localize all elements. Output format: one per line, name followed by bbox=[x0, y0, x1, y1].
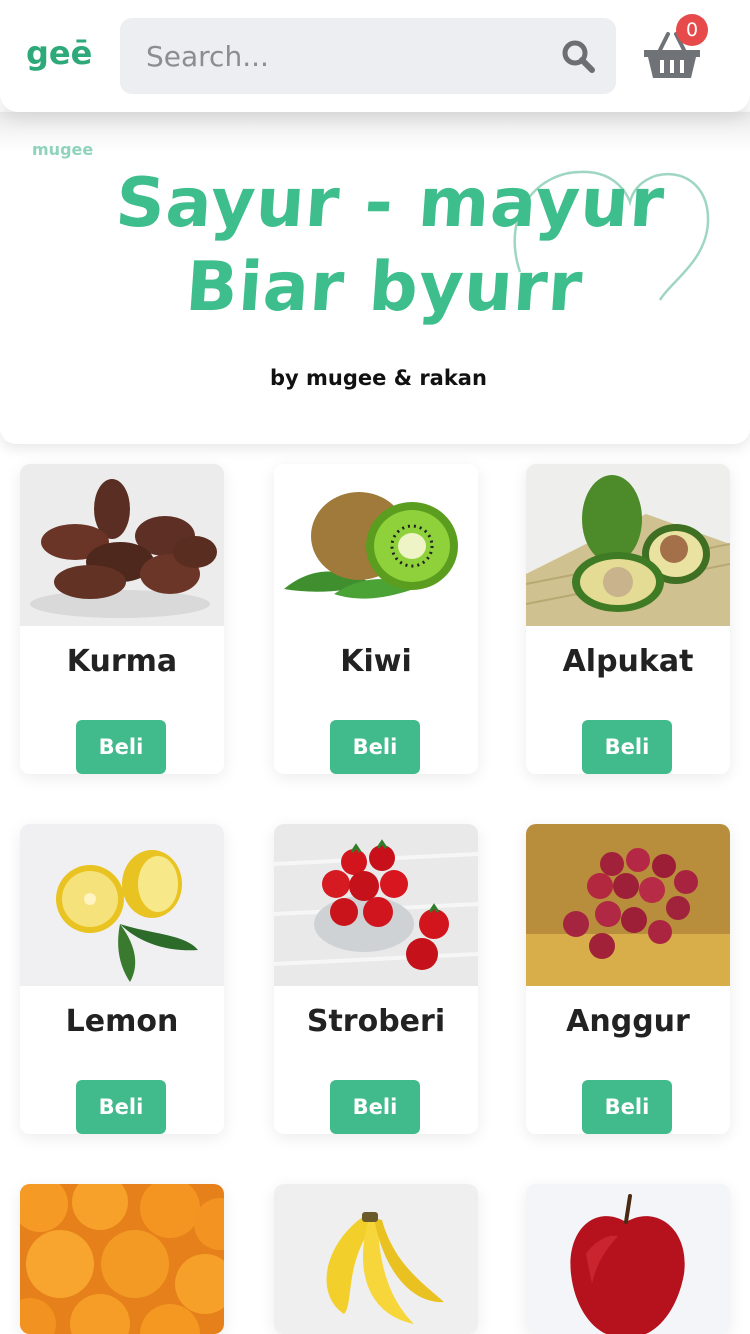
avocado-image bbox=[526, 464, 730, 626]
banner-headline-1: Sayur - mayur bbox=[113, 164, 668, 243]
product-name: Kiwi bbox=[340, 644, 412, 679]
buy-button[interactable]: Beli bbox=[582, 1080, 672, 1134]
search-bar bbox=[120, 18, 616, 94]
buy-button[interactable]: Beli bbox=[582, 720, 672, 774]
search-input[interactable] bbox=[120, 26, 530, 86]
lemon-image bbox=[20, 824, 224, 986]
orange-image bbox=[20, 1184, 224, 1334]
banner-brand: mugee bbox=[32, 140, 94, 159]
product-card-alpukat[interactable]: Alpukat Beli bbox=[526, 464, 730, 774]
product-card-apple[interactable] bbox=[526, 1184, 730, 1334]
product-card-kurma[interactable]: Kurma Beli bbox=[20, 464, 224, 774]
product-card-orange[interactable] bbox=[20, 1184, 224, 1334]
kiwi-image bbox=[274, 464, 478, 626]
gee-logo[interactable]: geē bbox=[24, 32, 96, 76]
product-name: Kurma bbox=[66, 644, 178, 679]
logo-text: geē bbox=[26, 34, 92, 72]
buy-button[interactable]: Beli bbox=[330, 1080, 420, 1134]
product-name: Anggur bbox=[566, 1004, 690, 1039]
product-name: Stroberi bbox=[306, 1004, 446, 1039]
grape-image bbox=[526, 824, 730, 986]
product-card-stroberi[interactable]: Stroberi Beli bbox=[274, 824, 478, 1134]
banner-headline-2: Biar byurr bbox=[183, 248, 586, 327]
buy-button[interactable]: Beli bbox=[330, 720, 420, 774]
banner-byline: by mugee & rakan bbox=[270, 366, 487, 390]
app-header: geē 0 bbox=[0, 0, 750, 112]
promo-banner[interactable]: mugee Sayur - mayur Biar byurr by mugee … bbox=[0, 112, 750, 444]
apple-image bbox=[526, 1184, 730, 1334]
product-name: Alpukat bbox=[562, 644, 694, 679]
search-icon[interactable] bbox=[560, 38, 596, 74]
banana-image bbox=[274, 1184, 478, 1334]
dates-image bbox=[20, 464, 224, 626]
product-card-kiwi[interactable]: Kiwi Beli bbox=[274, 464, 478, 774]
product-card-banana[interactable] bbox=[274, 1184, 478, 1334]
cart-count-badge: 0 bbox=[676, 14, 708, 46]
product-card-lemon[interactable]: Lemon Beli bbox=[20, 824, 224, 1134]
buy-button[interactable]: Beli bbox=[76, 720, 166, 774]
buy-button[interactable]: Beli bbox=[76, 1080, 166, 1134]
strawberry-image bbox=[274, 824, 478, 986]
product-name: Lemon bbox=[65, 1004, 179, 1039]
product-card-anggur[interactable]: Anggur Beli bbox=[526, 824, 730, 1134]
